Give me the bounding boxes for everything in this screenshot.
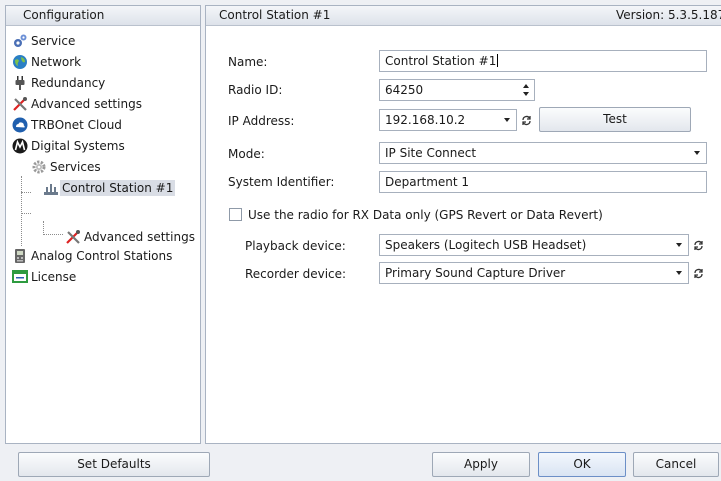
refresh-icon[interactable] (691, 263, 705, 283)
motorola-icon (12, 138, 28, 154)
tree-item-advanced-settings[interactable]: Advanced settings (12, 93, 142, 114)
refresh-icon[interactable] (519, 110, 533, 130)
tree-item-label: Service (31, 33, 76, 48)
settings-header: Control Station #1 Version: 5.3.5.1872 (206, 6, 721, 26)
tree-item-services[interactable]: Services (31, 156, 101, 177)
tree-item-label: Control Station #1 (60, 179, 176, 196)
rx-data-only-label[interactable]: Use the radio for RX Data only (GPS Reve… (248, 208, 603, 222)
spin-arrows-icon[interactable] (520, 81, 532, 99)
radio-id-value: 64250 (385, 83, 424, 97)
tree-item-label: Services (50, 159, 101, 174)
ip-address-label: IP Address: (228, 114, 295, 128)
tree-item-label: Advanced settings (31, 96, 142, 111)
tree-connector (21, 213, 31, 214)
system-identifier-field[interactable]: Department 1 (379, 171, 707, 193)
tree-connector (43, 234, 63, 235)
radio-id-spinbox[interactable]: 64250 (379, 79, 535, 101)
apply-button[interactable]: Apply (432, 452, 530, 477)
tree-connector (21, 176, 22, 246)
panel-title: Control Station #1 (219, 8, 331, 22)
refresh-icon[interactable] (691, 235, 705, 255)
gears-icon (12, 33, 28, 49)
radio-id-label: Radio ID: (228, 83, 283, 97)
cloud-icon (12, 117, 28, 133)
tree-item-station-advanced-settings[interactable]: Advanced settings (65, 226, 195, 247)
name-field[interactable]: Control Station #1 (379, 50, 707, 72)
tree-item-label: TRBOnet Cloud (31, 117, 122, 132)
chevron-down-icon[interactable] (688, 143, 706, 163)
tree-item-license[interactable]: License (12, 266, 76, 287)
rx-data-only-checkbox[interactable] (229, 208, 242, 221)
tree-item-label: License (31, 269, 77, 284)
playback-device-label: Playback device: (245, 239, 346, 253)
tools-icon (12, 96, 28, 112)
tree-item-service[interactable]: Service (12, 30, 75, 51)
tree-header: Configuration (6, 6, 200, 26)
name-label: Name: (228, 55, 268, 69)
configuration-tree-panel: Configuration Service Network Redundancy… (5, 5, 201, 444)
tree-connector (43, 221, 44, 235)
tools-icon (65, 229, 81, 245)
ip-address-value: 192.168.10.2 (385, 113, 466, 127)
test-button[interactable]: Test (539, 107, 691, 132)
license-icon (12, 269, 28, 285)
analog-station-icon (12, 248, 28, 264)
chevron-down-icon[interactable] (498, 110, 516, 130)
cancel-button[interactable]: Cancel (633, 452, 719, 477)
tree-connector (21, 192, 31, 193)
tree-item-analog-control-stations[interactable]: Analog Control Stations (12, 245, 172, 266)
tree-item-digital-systems[interactable]: Digital Systems (12, 135, 125, 156)
system-identifier-value: Department 1 (385, 175, 470, 189)
version-label: Version: 5.3.5.1872 (616, 8, 721, 22)
plug-icon (12, 75, 28, 91)
recorder-device-label: Recorder device: (245, 267, 347, 281)
text-caret (497, 54, 499, 67)
recorder-device-select[interactable]: Primary Sound Capture Driver (379, 262, 689, 284)
gear-icon (31, 159, 47, 175)
mode-value: IP Site Connect (385, 146, 477, 160)
globe-icon (12, 54, 28, 70)
ip-address-combo[interactable]: 192.168.10.2 (379, 109, 517, 131)
tree-item-redundancy[interactable]: Redundancy (12, 72, 105, 93)
tree-item-label: Network (31, 54, 82, 69)
control-station-icon (43, 180, 59, 196)
settings-panel: Control Station #1 Version: 5.3.5.1872 N… (205, 5, 721, 444)
playback-device-select[interactable]: Speakers (Logitech USB Headset) (379, 234, 689, 256)
set-defaults-button[interactable]: Set Defaults (18, 452, 210, 477)
tree-item-label: Redundancy (31, 75, 106, 90)
mode-label: Mode: (228, 147, 265, 161)
chevron-down-icon[interactable] (670, 235, 688, 255)
ok-button[interactable]: OK (538, 452, 626, 477)
tree-item-control-station-1[interactable]: Control Station #1 (43, 177, 176, 198)
name-field-value: Control Station #1 (385, 54, 497, 68)
chevron-down-icon[interactable] (670, 263, 688, 283)
mode-select[interactable]: IP Site Connect (379, 142, 707, 164)
tree-item-trbonet-cloud[interactable]: TRBOnet Cloud (12, 114, 122, 135)
tree-item-label: Advanced settings (84, 229, 195, 244)
tree-item-label: Digital Systems (31, 138, 125, 153)
playback-device-value: Speakers (Logitech USB Headset) (385, 238, 587, 252)
recorder-device-value: Primary Sound Capture Driver (385, 266, 566, 280)
tree-item-label: Analog Control Stations (31, 248, 173, 263)
system-identifier-label: System Identifier: (228, 175, 335, 189)
tree-item-network[interactable]: Network (12, 51, 81, 72)
